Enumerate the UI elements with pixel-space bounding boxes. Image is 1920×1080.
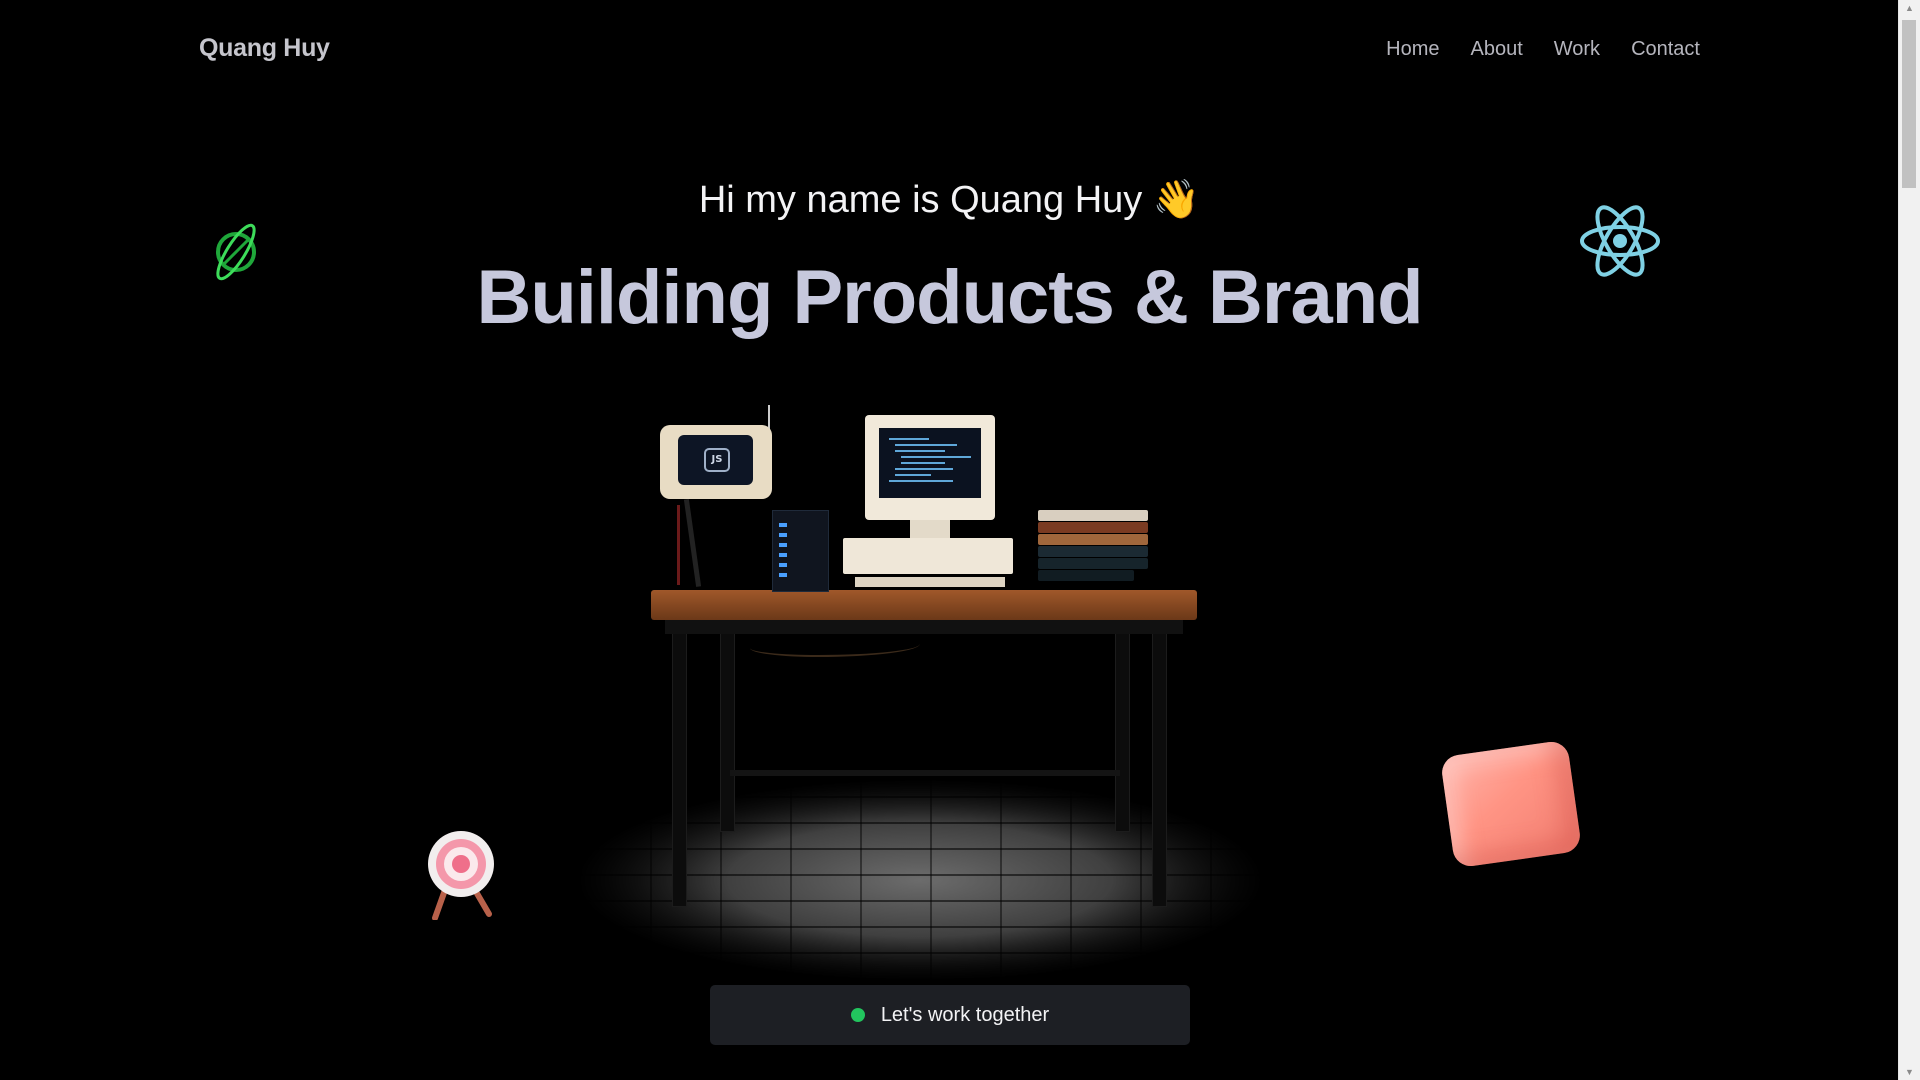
book-stack xyxy=(1038,510,1150,590)
desk-leg xyxy=(1115,630,1130,832)
desk-leg xyxy=(720,630,735,832)
saturn-icon xyxy=(216,223,256,281)
scroll-up-arrow-icon[interactable]: ▲ xyxy=(1899,0,1920,16)
computer-case xyxy=(843,538,1013,574)
nav-link-work[interactable]: Work xyxy=(1554,38,1600,61)
nav-link-about[interactable]: About xyxy=(1470,38,1522,61)
nav-link-home[interactable]: Home xyxy=(1386,38,1439,61)
desk-scene: JS xyxy=(560,395,1280,995)
cta-label: Let's work together xyxy=(880,1003,1050,1026)
nav-link-contact[interactable]: Contact xyxy=(1631,38,1700,61)
server-tower xyxy=(772,510,829,592)
crt-monitor xyxy=(865,415,995,520)
target-icon xyxy=(428,831,494,920)
monitor-stand xyxy=(910,520,950,538)
lamp-wire xyxy=(677,505,680,585)
monitor-screen xyxy=(879,428,981,498)
desk-crossbar xyxy=(730,770,1120,776)
desk-leg xyxy=(1152,630,1167,907)
page: Quang Huy Home About Work Contact Hi my … xyxy=(0,0,1899,1080)
cube-icon xyxy=(1439,739,1583,869)
status-dot-icon xyxy=(850,1008,865,1022)
react-icon xyxy=(1580,205,1660,277)
lamp-pole xyxy=(683,499,702,587)
scroll-down-arrow-icon[interactable]: ▼ xyxy=(1899,1064,1920,1080)
vertical-scrollbar[interactable]: ▲ ▼ xyxy=(1898,0,1920,1080)
keyboard xyxy=(855,577,1005,587)
desk-cable xyxy=(750,635,920,657)
scrollbar-thumb[interactable] xyxy=(1902,20,1916,188)
js-logo-icon: JS xyxy=(704,448,730,472)
main-nav: Home About Work Contact xyxy=(1386,38,1700,61)
brand-logo[interactable]: Quang Huy xyxy=(199,34,330,63)
desk-top xyxy=(651,590,1197,620)
desk-leg xyxy=(672,630,687,907)
tv-screen: JS xyxy=(678,435,753,485)
work-together-button[interactable]: Let's work together xyxy=(710,985,1190,1045)
retro-tv: JS xyxy=(660,425,772,499)
desk-apron xyxy=(665,620,1183,634)
